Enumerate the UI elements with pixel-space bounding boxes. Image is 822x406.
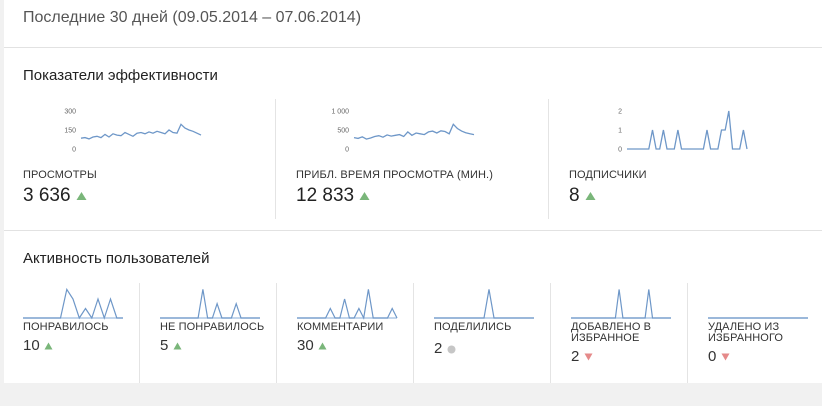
likes-value: 10	[23, 337, 53, 354]
sparkline-series	[23, 287, 123, 320]
subscribers-sparkline: 2 1 0	[618, 109, 748, 154]
comments-label: КОММЕНТАРИИ	[297, 321, 384, 333]
y-tick-label: 500	[337, 128, 349, 135]
y-tick-label: 1 000	[331, 109, 349, 116]
analytics-panel: Последние 30 дней (09.05.2014 – 07.06.20…	[4, 0, 822, 383]
sparkline-series	[434, 289, 534, 319]
y-tick-label: 0	[618, 147, 622, 154]
performance-section-title: Показатели эффективности	[23, 67, 218, 84]
likes-label: ПОНРАВИЛОСЬ	[23, 321, 109, 333]
column-separator	[275, 99, 276, 219]
sparkline-series	[297, 289, 398, 320]
views-count: 3 636	[23, 185, 71, 206]
trend-flat-dot	[447, 345, 456, 354]
trend-down-triangle	[584, 353, 593, 361]
comments-value: 30	[297, 337, 327, 354]
trend-up-icon	[318, 342, 327, 350]
y-tick-label: 1	[618, 128, 622, 135]
watch-time-count: 12 833	[296, 185, 355, 206]
shares-value: 2	[434, 340, 456, 357]
y-tick-label: 300	[64, 109, 76, 116]
trend-up-triangle	[76, 191, 87, 200]
y-tick-label: 0	[72, 147, 76, 154]
trend-up-icon	[585, 191, 596, 200]
trend-up-icon	[44, 342, 53, 350]
dislikes-sparkline	[160, 289, 260, 319]
likes-count: 10	[23, 337, 40, 354]
watch-time-value: 12 833	[296, 185, 370, 207]
favorites-removed-label: УДАЛЕНО ИЗ ИЗБРАННОГО	[708, 321, 784, 344]
shares-sparkline	[434, 289, 534, 319]
trend-flat-icon	[447, 345, 456, 354]
views-sparkline: 300 150 0	[64, 109, 202, 154]
dislikes-value: 5	[160, 337, 182, 354]
trend-up-triangle	[44, 342, 53, 350]
trend-up-icon	[359, 191, 370, 200]
sparkline-series	[160, 289, 260, 319]
divider	[4, 47, 822, 48]
dislikes-label: НЕ ПОНРАВИЛОСЬ	[160, 321, 265, 333]
favorites-removed-sparkline	[708, 317, 808, 319]
watch-time-sparkline: 1 000 500 0	[331, 109, 475, 154]
watch-time-label: ПРИБЛ. ВРЕМЯ ПРОСМОТРА (МИН.)	[296, 169, 493, 181]
trend-down-triangle	[721, 353, 730, 361]
views-label: ПРОСМОТРЫ	[23, 169, 97, 181]
subscribers-count: 8	[569, 185, 580, 206]
favorites-removed-count: 0	[708, 348, 717, 365]
activity-section-title: Активность пользователей	[23, 250, 210, 267]
trend-up-icon	[76, 191, 87, 200]
y-tick-label: 0	[345, 147, 349, 154]
dislikes-count: 5	[160, 337, 169, 354]
trend-up-triangle	[173, 342, 182, 350]
column-separator	[550, 283, 551, 383]
views-value: 3 636	[23, 185, 87, 207]
favorites-added-count: 2	[571, 348, 580, 365]
favorites-added-label: ДОБАВЛЕНО В ИЗБРАННОЕ	[571, 321, 652, 344]
y-tick-label: 150	[64, 128, 76, 135]
column-separator	[276, 283, 277, 383]
column-separator	[548, 99, 549, 219]
sparkline-series	[627, 110, 748, 150]
trend-up-triangle	[585, 191, 596, 200]
favorites-added-value: 2	[571, 348, 593, 365]
trend-up-triangle	[359, 191, 370, 200]
favorites-added-sparkline	[571, 289, 671, 319]
sparkline-series	[80, 123, 202, 140]
trend-up-triangle	[318, 342, 327, 350]
likes-sparkline	[23, 287, 123, 320]
divider	[4, 230, 822, 231]
sparkline-series	[571, 289, 671, 319]
trend-down-icon	[584, 353, 593, 361]
y-tick-label: 2	[618, 109, 622, 116]
comments-sparkline	[297, 289, 398, 320]
subscribers-value: 8	[569, 185, 596, 207]
trend-up-icon	[173, 342, 182, 350]
sparkline-series	[353, 123, 475, 140]
column-separator	[139, 283, 140, 383]
column-separator	[687, 283, 688, 383]
comments-count: 30	[297, 337, 314, 354]
subscribers-label: ПОДПИСЧИКИ	[569, 169, 647, 181]
date-range-header: Последние 30 дней (09.05.2014 – 07.06.20…	[23, 9, 362, 26]
trend-down-icon	[721, 353, 730, 361]
shares-label: ПОДЕЛИЛИСЬ	[434, 321, 512, 333]
favorites-removed-value: 0	[708, 348, 730, 365]
column-separator	[413, 283, 414, 383]
shares-count: 2	[434, 340, 443, 357]
